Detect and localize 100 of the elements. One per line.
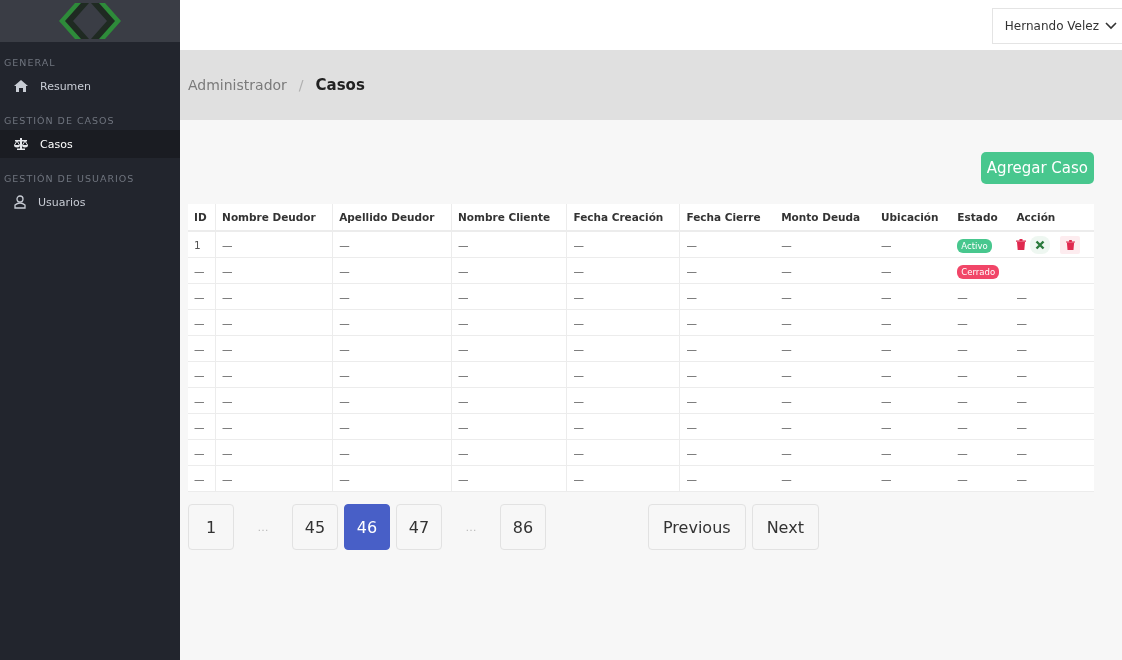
breadcrumb-separator: / — [298, 77, 304, 93]
sidebar-item[interactable]: Resumen — [0, 72, 180, 100]
table-cell: — — [458, 316, 469, 329]
table-cell: — — [222, 394, 233, 407]
table-cell: — — [1016, 420, 1027, 433]
user-menu[interactable]: Hernando Velez — [991, 8, 1122, 44]
sidebar-item[interactable]: Usuarios — [0, 188, 180, 216]
table-cell: — — [686, 472, 697, 485]
table-cell: — — [222, 290, 233, 303]
table-cell: — — [957, 472, 968, 485]
table-cell: — — [686, 290, 697, 303]
table-cell: — — [957, 420, 968, 433]
table-cell: — — [881, 316, 892, 329]
table-cell: — — [686, 342, 697, 355]
table-cell: — — [686, 238, 697, 251]
scale-icon — [14, 138, 28, 150]
table-cell: — — [881, 446, 892, 459]
table-cell: — — [194, 290, 205, 303]
table-cell: — — [573, 264, 584, 277]
table-cell: — — [881, 264, 892, 277]
page-button[interactable]: 1 — [188, 504, 234, 550]
table-cell: — — [458, 368, 469, 381]
table-cell: — — [881, 420, 892, 433]
table-cell: — — [458, 238, 469, 251]
page-button[interactable]: 46 — [344, 504, 390, 550]
page-button[interactable]: 45 — [292, 504, 338, 550]
table-cell: — — [194, 264, 205, 277]
page-button[interactable]: 47 — [396, 504, 442, 550]
table-cell: — — [222, 368, 233, 381]
table-cell: — — [194, 394, 205, 407]
table-cell: — — [1016, 472, 1027, 485]
column-header: Fecha Creación — [573, 211, 664, 223]
table-cell: — — [458, 420, 469, 433]
table-cell: — — [781, 316, 792, 329]
table-cell: — — [194, 368, 205, 381]
column-header: Apellido Deudor — [339, 211, 435, 223]
table-cell: — — [881, 368, 892, 381]
table-cell: — — [194, 342, 205, 355]
table-cell: — — [881, 394, 892, 407]
table-cell: — — [573, 316, 584, 329]
table-cell: — — [222, 420, 233, 433]
table-cell: — — [573, 472, 584, 485]
sidebar-section-header: GESTIÓN DE USUARIOS — [3, 172, 136, 186]
column-header: Fecha Cierre — [686, 211, 761, 223]
column-header: Monto Deuda — [781, 211, 861, 223]
table-cell: — — [957, 446, 968, 459]
table-cell: — — [781, 290, 792, 303]
sidebar-section-header: GENERAL — [3, 56, 57, 70]
table-cell: — — [222, 342, 233, 355]
status-tag: Activo — [957, 238, 992, 253]
table-cell: — — [957, 368, 968, 381]
table-cell: — — [957, 394, 968, 407]
previous-button[interactable]: Previous — [648, 504, 746, 550]
delete-button[interactable] — [1060, 235, 1081, 254]
breadcrumb-current: Casos — [315, 76, 365, 94]
table-cell: — — [222, 316, 233, 329]
sidebar-item[interactable]: Casos — [0, 130, 180, 158]
table-cell: — — [458, 290, 469, 303]
status-tag: Cerrado — [957, 264, 1000, 279]
table-cell: — — [781, 238, 792, 251]
table-cell: — — [339, 342, 350, 355]
column-header: Nombre Cliente — [458, 211, 551, 223]
table-cell: — — [781, 264, 792, 277]
column-header: Ubicación — [881, 211, 939, 223]
table-cell: — — [339, 420, 350, 433]
table-cell: — — [458, 342, 469, 355]
table-cell: — — [339, 238, 350, 251]
table-cell: 1 — [194, 238, 201, 251]
table-cell: — — [1016, 394, 1027, 407]
trash-icon — [1065, 239, 1075, 250]
table-cell: — — [781, 446, 792, 459]
table-cell: — — [458, 264, 469, 277]
table-cell: — — [458, 472, 469, 485]
trash-icon[interactable] — [1016, 239, 1027, 250]
table-cell: — — [222, 446, 233, 459]
column-header: Nombre Deudor — [222, 211, 316, 223]
table-cell: — — [339, 446, 350, 459]
table-cell: — — [781, 368, 792, 381]
close-button[interactable] — [1030, 235, 1051, 254]
table-cell: — — [222, 238, 233, 251]
table-cell: — — [573, 290, 584, 303]
table-cell: — — [1016, 368, 1027, 381]
sidebar-section-header: GESTIÓN DE CASOS — [3, 114, 116, 128]
next-button[interactable]: Next — [751, 504, 819, 550]
table-cell: — — [339, 472, 350, 485]
table-cell: — — [573, 368, 584, 381]
table-cell: — — [881, 290, 892, 303]
table-cell: — — [573, 420, 584, 433]
table-cell: — — [573, 446, 584, 459]
home-icon — [14, 80, 28, 92]
table-cell: — — [686, 446, 697, 459]
table-cell: — — [781, 394, 792, 407]
table-cell: — — [1016, 316, 1027, 329]
table-cell: — — [686, 368, 697, 381]
table-cell: — — [339, 394, 350, 407]
table-cell: — — [781, 420, 792, 433]
table-cell: — — [1016, 446, 1027, 459]
table-cell: — — [339, 264, 350, 277]
page-button[interactable]: 86 — [500, 504, 546, 550]
table-cell: — — [686, 264, 697, 277]
